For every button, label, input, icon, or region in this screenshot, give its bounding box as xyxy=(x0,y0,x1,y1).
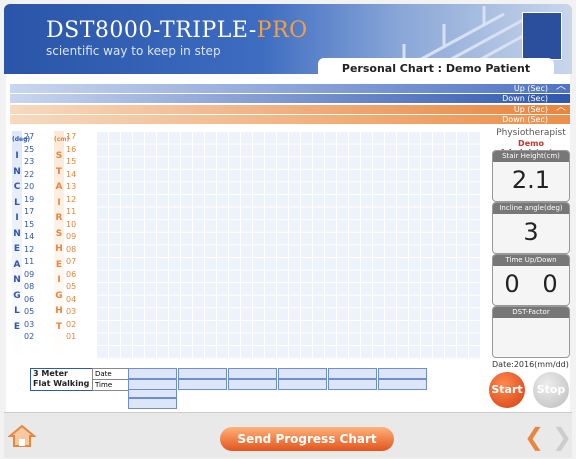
incline-axis-values: 27 25 23 22 20 19 17 15 14 12 11 09 08 06 05 03 02 xyxy=(24,132,35,341)
stair-axis-values: 17 16 15 14 13 12 11 10 09 08 07 06 05 04 03 02 01 xyxy=(66,132,77,341)
date-label: Date:2016(mm/dd) xyxy=(492,360,569,369)
stair-axis-title: (cm) STAIRS HEIGHT xyxy=(54,131,69,359)
time-updown-box: Time Up/Down 0 0 xyxy=(492,254,570,306)
flat-walking-label: 3 Meter Flat Walking xyxy=(30,368,94,391)
home-icon[interactable] xyxy=(8,424,36,448)
start-button[interactable]: Start xyxy=(489,372,525,408)
time-row-cells xyxy=(128,379,475,409)
date-row-cells xyxy=(128,368,475,398)
stair-down-bar: Down (Sec) xyxy=(10,115,570,124)
dst-factor-box: DST-Factor xyxy=(492,306,570,358)
incline-angle-value: 3 xyxy=(523,218,539,246)
time-up-value: 0 xyxy=(504,270,520,298)
brand-title: DST8000-TRIPLE-PRO xyxy=(46,18,308,43)
time-row-label: Time xyxy=(92,379,130,391)
time-down-value: 0 xyxy=(542,270,558,298)
stop-button[interactable]: Stop xyxy=(533,372,569,408)
incline-axis-title: (deg) INCLINE ANGLE xyxy=(12,131,30,359)
incline-down-bar: Down (Sec) xyxy=(10,94,570,103)
send-progress-chart-button[interactable]: Send Progress Chart xyxy=(220,427,394,451)
stair-up-bar[interactable]: Up (Sec) ︿ xyxy=(10,103,570,114)
stair-height-box: Stair Height(cm) 2.1 xyxy=(492,150,570,202)
progress-grid xyxy=(96,131,480,359)
incline-angle-box: Incline angle(deg) 3 xyxy=(492,202,570,254)
incline-up-bar[interactable]: Up (Sec) ︿ xyxy=(10,82,570,93)
header-decoration xyxy=(44,66,156,74)
forward-arrow-icon[interactable]: ❯ xyxy=(548,422,576,452)
chevron-up-icon[interactable]: ︿ xyxy=(556,82,566,92)
device-thumbnail xyxy=(522,12,562,60)
chart-title: Personal Chart : Demo Patient xyxy=(318,58,554,74)
header-banner: DST8000-TRIPLE-PRO scientific way to kee… xyxy=(4,4,572,74)
back-arrow-icon[interactable]: ❮ xyxy=(520,422,548,452)
stair-height-value: 2.1 xyxy=(511,166,551,194)
chevron-up-icon[interactable]: ︿ xyxy=(556,103,566,113)
tagline: scientific way to keep in step xyxy=(46,44,221,58)
physiotherapist-label: Physiotherapist xyxy=(496,128,566,138)
